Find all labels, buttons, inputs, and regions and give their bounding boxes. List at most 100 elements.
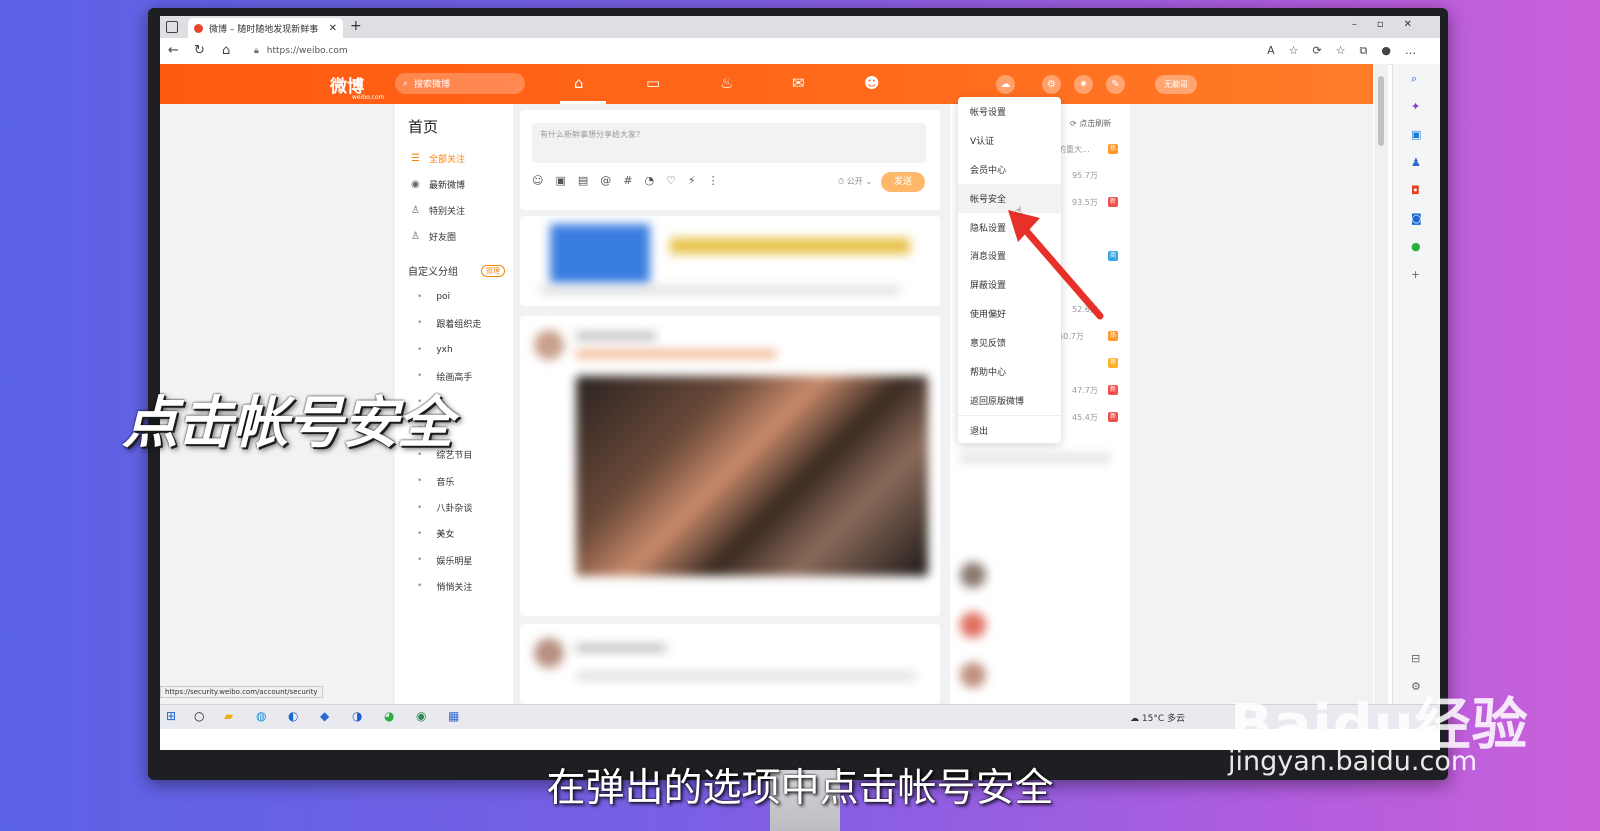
browser-tab[interactable]: 微博 – 随时随地发现新鲜事 ✕: [188, 18, 343, 38]
hot-badge: 荐: [1108, 358, 1118, 368]
group-item[interactable]: 美女: [395, 521, 513, 547]
manage-button[interactable]: 管理: [481, 264, 505, 277]
cloud-icon[interactable]: ☁: [996, 75, 1015, 94]
group-item[interactable]: 悄悄关注: [395, 573, 513, 599]
post-text: [576, 672, 916, 680]
weather-text: 15°C 多云: [1141, 714, 1185, 724]
arrow-shaft: [1018, 222, 1104, 320]
app-icon[interactable]: ◉: [416, 709, 426, 723]
weibo-header: 微博 weibo.com ⌕ 搜索微博 ⌂ ▭ ♨ ✉ ☻ ☁ ⚙ ✷ ✎ 无聊…: [160, 64, 1373, 104]
app-icon[interactable]: ◑: [352, 709, 362, 723]
nav-item-latest[interactable]: ◉ 最新微博: [395, 171, 513, 197]
user-button[interactable]: 无聊哥: [1155, 75, 1197, 94]
refresh-icon[interactable]: ↻: [194, 43, 205, 58]
start-icon[interactable]: ⊞: [166, 709, 176, 723]
search-icon[interactable]: ⌕: [1411, 72, 1417, 86]
search-input[interactable]: ⌕ 搜索微博: [395, 73, 525, 94]
search-taskbar-icon[interactable]: ○: [194, 709, 204, 723]
watermark-url: jingyan.baidu.com: [1228, 746, 1478, 777]
app-icon[interactable]: ▦: [448, 709, 459, 723]
menu-item-logout[interactable]: 退出: [958, 416, 1061, 445]
edge-icon[interactable]: ◐: [288, 709, 298, 723]
menu-item-help[interactable]: 帮助中心: [958, 357, 1061, 386]
home-nav-icon[interactable]: ⌂: [574, 74, 584, 92]
group-item[interactable]: 八卦杂谈: [395, 494, 513, 520]
browser-toolbar-icons[interactable]: A☆⟳☆⧉●…: [1267, 44, 1430, 58]
add-icon[interactable]: +: [1411, 268, 1420, 281]
sidebar-collapse-icon[interactable]: ⊟: [1411, 652, 1420, 665]
back-icon[interactable]: ←: [168, 43, 179, 58]
group-title: 自定义分组: [408, 267, 458, 278]
folder-icon[interactable]: ▰: [224, 709, 233, 723]
tab-title: 微博 – 随时随地发现新鲜事: [209, 24, 319, 35]
visibility-label: 公开: [846, 177, 863, 186]
composer-input[interactable]: 有什么新鲜事想分享给大家?: [532, 123, 926, 163]
list-icon: ☰: [411, 152, 420, 164]
menu-item-account-settings[interactable]: 帐号设置: [958, 97, 1061, 126]
menu-item-classic-weibo[interactable]: 返回原版微博: [958, 386, 1061, 415]
refresh-link[interactable]: ⟳ 点击刷新: [1070, 118, 1111, 129]
app-icon[interactable]: ◕: [384, 709, 394, 723]
hot-count: 47.7万: [1072, 386, 1098, 395]
menu-item-vip-center[interactable]: 会员中心: [958, 155, 1061, 184]
outlook-icon[interactable]: ◙: [1411, 212, 1422, 225]
address-bar: ← ↻ ⌂ 🔒︎ https://weibo.com A☆⟳☆⧉●…: [160, 38, 1440, 65]
settings-icon[interactable]: ⚙: [1042, 75, 1061, 94]
menu-item-feedback[interactable]: 意见反馈: [958, 328, 1061, 357]
nav-item-label: 最新微博: [429, 180, 466, 191]
group-item[interactable]: 娱乐明星: [395, 547, 513, 573]
tab-close-icon[interactable]: ✕: [329, 23, 337, 34]
compose-icon[interactable]: ✎: [1106, 75, 1125, 94]
window-controls[interactable]: –▫✕: [1352, 19, 1432, 30]
menu-item-v-verify[interactable]: V认证: [958, 126, 1061, 155]
url-text: https://weibo.com: [266, 46, 348, 56]
send-button[interactable]: 发送: [881, 172, 925, 192]
video-nav-icon[interactable]: ▭: [646, 74, 660, 92]
hot-nav-icon[interactable]: ♨: [720, 74, 733, 92]
nav-item-label: 特别关注: [429, 206, 466, 217]
weibo-favicon-icon: [194, 23, 203, 33]
shopping-icon[interactable]: ▣: [1411, 128, 1421, 141]
group-item[interactable]: yxh: [395, 337, 513, 363]
message-nav-icon[interactable]: ✉: [792, 74, 805, 92]
post-author: [576, 644, 666, 652]
window-menu-icon[interactable]: [166, 21, 178, 33]
nav-item-special[interactable]: ♙ 特别关注: [395, 197, 513, 223]
spotify-icon[interactable]: ●: [1411, 240, 1421, 253]
group-item[interactable]: 跟着组织走: [395, 310, 513, 336]
avatar: [534, 330, 564, 360]
home-icon[interactable]: ⌂: [222, 43, 230, 58]
search-placeholder: 搜索微博: [414, 80, 451, 90]
visibility-select[interactable]: ⏱ 公开 ⌄: [838, 176, 872, 187]
url-field[interactable]: 🔒︎ https://weibo.com: [254, 43, 1134, 59]
post-composer: 有什么新鲜事想分享给大家? ☺▣▤@#◔♡⚡⋮ ⏱ 公开 ⌄ 发送: [520, 110, 940, 210]
weather-icon: ☁: [1130, 714, 1139, 724]
hot-item[interactable]: 的重大...: [1058, 144, 1090, 155]
post-author: [576, 332, 656, 340]
hot-count: 45.4万: [1072, 413, 1098, 422]
browser-tab-bar: 微博 – 随时随地发现新鲜事 ✕ + –▫✕: [160, 16, 1440, 38]
new-tab-icon[interactable]: +: [350, 18, 362, 34]
nav-item-all-follow[interactable]: ☰ 全部关注: [395, 145, 513, 171]
scrollbar-thumb[interactable]: [1378, 76, 1384, 146]
lock-icon: 🔒︎: [254, 46, 259, 56]
office-icon[interactable]: ◘: [1411, 184, 1420, 197]
composer-tool-icons[interactable]: ☺▣▤@#◔♡⚡⋮: [532, 174, 731, 187]
nav-item-friends[interactable]: ♙ 好友圈: [395, 223, 513, 249]
app-icon[interactable]: ◍: [256, 709, 266, 723]
app-icon[interactable]: ◆: [320, 709, 329, 723]
avatar: [960, 662, 986, 688]
sun-icon[interactable]: ✷: [1074, 75, 1093, 94]
latest-icon: ◉: [411, 178, 420, 190]
copilot-icon[interactable]: ✦: [1411, 100, 1420, 113]
blurred-row: [960, 454, 1110, 462]
group-item[interactable]: 音乐: [395, 468, 513, 494]
nav-item-label: 好友圈: [429, 232, 457, 243]
people-icon[interactable]: ♟: [1411, 156, 1421, 169]
hot-badge: 热: [1108, 331, 1118, 341]
weibo-logo[interactable]: 微博 weibo.com: [330, 72, 384, 101]
group-item[interactable]: poi: [395, 284, 513, 310]
banner-text: [670, 238, 910, 254]
page-scrollbar[interactable]: [1374, 64, 1388, 712]
avatar[interactable]: ☻: [864, 74, 880, 92]
